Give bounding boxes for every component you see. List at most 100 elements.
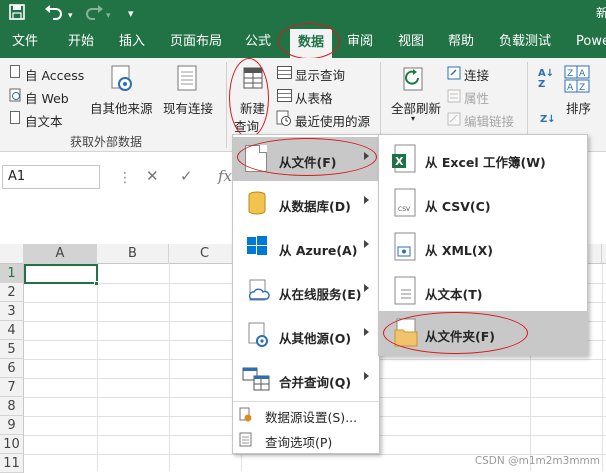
menu-item-from-database[interactable]: 从数据库(D) (233, 181, 379, 225)
undo-icon[interactable] (44, 3, 64, 26)
recent-sources-button[interactable]: 最近使用的源 (295, 111, 370, 130)
submenu-item-from-xml[interactable]: 从 XML(X) (379, 225, 587, 269)
existing-connections-button[interactable]: 现有连接 (163, 98, 213, 117)
tab-view[interactable]: 视图 (398, 26, 424, 58)
submenu-arrow-icon (364, 328, 369, 336)
column-header-b[interactable]: B (97, 244, 169, 264)
tab-file[interactable]: 文件 (12, 26, 38, 58)
query-options-icon (239, 432, 253, 451)
menu-item-label: 从其他源(O) (279, 331, 352, 346)
cancel-formula-icon[interactable]: ✕ (146, 167, 159, 185)
svg-text:Z: Z (567, 69, 573, 79)
column-header-a[interactable]: A (24, 244, 97, 264)
tab-power[interactable]: Powe (576, 26, 606, 58)
row-header[interactable]: 9 (0, 416, 24, 435)
redo-icon[interactable] (84, 3, 104, 26)
sort-za-small-icon[interactable]: Z↓ (540, 114, 556, 125)
row-header[interactable]: 2 (0, 283, 24, 302)
menu-item-combine-queries[interactable]: 合并查询(Q) (233, 357, 379, 401)
edit-links-icon (447, 112, 461, 129)
submenu-item-label: 从文本(T) (425, 287, 483, 302)
name-box-dropdown-icon[interactable]: ⋮ (118, 170, 132, 186)
web-icon (9, 88, 22, 105)
tab-insert[interactable]: 插入 (119, 26, 145, 58)
redo-dropdown-icon[interactable]: ▾ (106, 6, 111, 26)
from-table-button[interactable]: 从表格 (295, 88, 333, 107)
tab-page-layout[interactable]: 页面布局 (170, 26, 222, 58)
menu-item-data-source-settings[interactable]: 数据源设置(S)... (233, 402, 379, 427)
customize-icon[interactable]: ▾ (128, 4, 134, 24)
windows-azure-icon (247, 236, 267, 259)
get-external-data-label: 获取外部数据 (70, 135, 143, 149)
text-file-icon (10, 111, 20, 124)
tab-home[interactable]: 开始 (68, 26, 94, 58)
fill-handle[interactable] (94, 281, 99, 286)
from-access-button[interactable]: 自 Access (25, 65, 84, 84)
submenu-item-from-folder[interactable]: 从文件夹(F) (379, 311, 587, 355)
menu-item-label: 合并查询(Q) (279, 375, 352, 390)
show-queries-button[interactable]: 显示查询 (295, 65, 345, 84)
tab-load-test[interactable]: 负载测试 (499, 26, 551, 58)
title-bar: ▾ ▾ ▾ 新 (0, 0, 606, 26)
submenu-item-from-excel[interactable]: X 从 Excel 工作簿(W) (379, 137, 587, 181)
tab-review[interactable]: 审阅 (347, 26, 373, 58)
sort-button[interactable]: 排序 (566, 98, 591, 117)
menu-item-from-online-services[interactable]: 从在线服务(E) (233, 269, 379, 313)
row-header[interactable]: 7 (0, 378, 24, 397)
active-cell-a1[interactable] (24, 264, 98, 284)
menu-item-from-file[interactable]: 从文件(F) (233, 137, 379, 181)
menu-item-from-azure[interactable]: 从 Azure(A) (233, 225, 379, 269)
svg-text:X: X (395, 155, 404, 168)
ribbon-separator (226, 62, 227, 148)
from-text-button[interactable]: 自文本 (25, 111, 63, 130)
submenu-item-from-text[interactable]: 从文本(T) (379, 269, 587, 313)
recent-sources-icon (276, 110, 292, 129)
menu-item-label: 从在线服务(E) (279, 287, 362, 302)
from-table-icon (277, 89, 292, 102)
name-box[interactable]: A1 (2, 165, 100, 189)
connections-icon (447, 66, 461, 83)
edit-links-button[interactable]: 编辑链接 (464, 111, 514, 130)
row-header[interactable]: 1 (0, 264, 24, 283)
from-other-sources-button[interactable]: 自其他来源 (90, 98, 153, 117)
row-header[interactable]: 4 (0, 321, 24, 340)
tab-help[interactable]: 帮助 (448, 26, 474, 58)
row-header[interactable]: 10 (0, 435, 24, 454)
insert-function-icon[interactable]: fx (218, 167, 232, 185)
undo-dropdown-icon[interactable]: ▾ (68, 6, 73, 26)
row-header[interactable]: 8 (0, 397, 24, 416)
submenu-arrow-icon (364, 372, 369, 380)
save-icon[interactable] (8, 3, 26, 26)
submenu-item-label: 从 CSV(C) (425, 199, 491, 214)
refresh-all-button[interactable]: 全部刷新 (391, 98, 441, 117)
row-header[interactable]: 3 (0, 302, 24, 321)
row-header[interactable]: 5 (0, 340, 24, 359)
column-header-c[interactable]: C (169, 244, 241, 264)
refresh-dropdown-icon[interactable]: ▾ (411, 114, 415, 123)
menu-item-from-other-sources[interactable]: 从其他源(O) (233, 313, 379, 357)
connections-button[interactable]: 连接 (464, 65, 489, 84)
tab-formulas[interactable]: 公式 (245, 26, 271, 58)
tab-data[interactable]: 数据 (290, 29, 333, 58)
other-sources-icon (247, 322, 271, 351)
properties-button[interactable]: 属性 (464, 88, 489, 107)
menu-item-label: 从 Azure(A) (279, 243, 358, 258)
select-all-corner[interactable] (0, 244, 24, 264)
new-query-label-1[interactable]: 新建 (240, 98, 265, 117)
row-header[interactable]: 6 (0, 359, 24, 378)
from-web-button[interactable]: 自 Web (25, 88, 69, 107)
cloud-icon (247, 279, 271, 306)
submenu-arrow-icon (364, 196, 369, 204)
folder-icon (393, 318, 419, 351)
excel-workbook-icon: X (391, 144, 417, 177)
menu-item-label: 数据源设置(S)... (265, 410, 358, 425)
sort-az-small-icon[interactable]: A↓ Z (538, 68, 554, 90)
watermark: CSDN @m1m2m3mmm (474, 455, 600, 467)
row-header[interactable]: 11 (0, 454, 24, 473)
menu-item-label: 查询选项(P) (265, 435, 333, 450)
submenu-item-from-csv[interactable]: CSV 从 CSV(C) (379, 181, 587, 225)
menu-item-label: 从文件(F) (279, 155, 337, 170)
ribbon-tabs: 文件 开始 插入 页面布局 公式 数据 审阅 视图 帮助 负载测试 Powe (0, 23, 606, 59)
menu-item-query-options[interactable]: 查询选项(P) (233, 427, 379, 452)
enter-formula-icon[interactable]: ✓ (180, 167, 193, 185)
